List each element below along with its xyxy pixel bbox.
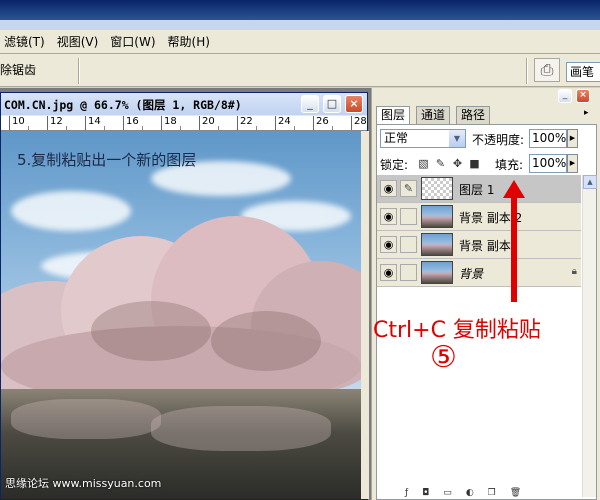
layers-scrollbar[interactable]: ▲: [582, 175, 597, 497]
layer-thumbnail: [421, 233, 453, 256]
panel-menu-icon[interactable]: ▸: [584, 108, 589, 118]
layer-row[interactable]: ◉ 背景 🔒︎: [377, 259, 581, 287]
lock-paint-icon[interactable]: ✎: [434, 157, 447, 170]
menu-filter[interactable]: 滤镜(T): [0, 33, 53, 50]
layer-row[interactable]: ◉ 背景 副本 2: [377, 203, 581, 231]
blend-mode-select[interactable]: 正常 ▼: [380, 129, 466, 148]
layer-name: 图层 1: [459, 183, 495, 197]
minimize-icon[interactable]: _: [558, 89, 572, 103]
close-icon[interactable]: ×: [345, 95, 363, 113]
opacity-slider-button[interactable]: ▶: [567, 129, 578, 148]
eye-icon[interactable]: ◉: [380, 264, 397, 281]
document-titlebar[interactable]: COM.CN.jpg @ 66.7% (图层 1, RGB/8#) _ □ ×: [1, 93, 367, 115]
ruler-label: 22: [240, 116, 253, 127]
new-layer-icon[interactable]: ❐: [488, 488, 496, 500]
opacity-label: 不透明度:: [472, 133, 525, 147]
link-box[interactable]: [400, 236, 417, 253]
horizontal-ruler[interactable]: 10 12 14 16 18 20 22 24 26 28: [1, 116, 367, 131]
arrow-shaft: [511, 192, 517, 302]
mask-icon[interactable]: ◘: [422, 488, 429, 500]
document-window: COM.CN.jpg @ 66.7% (图层 1, RGB/8#) _ □ × …: [0, 92, 369, 500]
maximize-icon[interactable]: □: [323, 95, 341, 113]
layer-name: 背景 副本: [459, 239, 511, 253]
divider: [526, 58, 528, 84]
step-caption: 5.复制粘贴出一个新的图层: [17, 151, 197, 169]
layers-panel: _ × 图层 通道 路径 ▸ 正常 ▼ 不透明度: 100% ▶ 锁定: ▧ ✎…: [371, 88, 600, 500]
app-title-strip: [0, 0, 600, 30]
menu-window[interactable]: 窗口(W): [106, 33, 163, 50]
chevron-down-icon: ▼: [449, 130, 465, 147]
lock-icon: 🔒︎: [571, 266, 577, 277]
menu-help[interactable]: 帮助(H): [164, 33, 218, 50]
minimize-icon[interactable]: _: [301, 95, 319, 113]
menu-view[interactable]: 视图(V): [53, 33, 107, 50]
antialias-option[interactable]: 除锯齿: [0, 61, 36, 78]
layer-thumbnail: [421, 177, 453, 200]
opacity-input[interactable]: 100%: [529, 129, 567, 148]
layer-row[interactable]: ◉ 背景 副本: [377, 231, 581, 259]
ruler-label: 10: [12, 116, 25, 127]
scroll-up-icon[interactable]: ▲: [583, 175, 597, 189]
ruler-label: 20: [202, 116, 215, 127]
ruler-label: 28: [354, 116, 367, 127]
vertical-scrollbar[interactable]: [361, 131, 369, 499]
eye-icon[interactable]: ◉: [380, 180, 397, 197]
new-group-icon[interactable]: ▭: [443, 488, 452, 500]
image-canvas[interactable]: 5.复制粘贴出一个新的图层 思缘论坛 www.missyuan.com: [1, 131, 361, 499]
tab-layers[interactable]: 图层: [376, 106, 411, 125]
layer-name: 背景: [459, 267, 484, 281]
printer-icon[interactable]: ⎙: [534, 58, 560, 82]
document-title: COM.CN.jpg @ 66.7% (图层 1, RGB/8#): [4, 98, 242, 112]
annotation-step-number: ⑤: [430, 340, 457, 375]
adjustment-icon[interactable]: ◐: [466, 488, 474, 500]
blend-mode-value: 正常: [384, 131, 409, 145]
options-bar: 除锯齿: [0, 54, 600, 87]
layer-style-icon[interactable]: ƒ: [405, 488, 408, 500]
brush-icon[interactable]: ✎: [400, 180, 417, 197]
eye-icon[interactable]: ◉: [380, 208, 397, 225]
layer-row[interactable]: ◉ ✎ 图层 1: [377, 175, 581, 203]
trash-icon[interactable]: 🗑︎: [510, 488, 521, 500]
panel-header: _ ×: [372, 88, 600, 106]
fill-label: 填充:: [495, 158, 524, 172]
divider: [78, 58, 80, 84]
ruler-label: 14: [88, 116, 101, 127]
brush-palette-button[interactable]: 画笔: [566, 62, 600, 82]
lock-move-icon[interactable]: ✥: [451, 157, 464, 170]
fill-slider-button[interactable]: ▶: [567, 154, 578, 173]
eye-icon[interactable]: ◉: [380, 236, 397, 253]
layer-thumbnail: [421, 205, 453, 228]
lock-transparency-icon[interactable]: ▧: [417, 157, 430, 170]
link-box[interactable]: [400, 208, 417, 225]
ruler-label: 16: [126, 116, 139, 127]
ruler-label: 24: [278, 116, 291, 127]
lock-label: 锁定:: [380, 158, 409, 172]
fill-input[interactable]: 100%: [529, 154, 567, 173]
tab-paths[interactable]: 路径: [456, 106, 491, 124]
lock-all-icon[interactable]: ■: [468, 157, 481, 170]
tab-channels[interactable]: 通道: [416, 106, 451, 124]
close-icon[interactable]: ×: [576, 89, 590, 103]
menu-bar: 滤镜(T) 视图(V) 窗口(W) 帮助(H): [0, 30, 600, 54]
layer-thumbnail: [421, 261, 453, 284]
panel-bottom-toolbar: ƒ ◘ ▭ ◐ ❐ 🗑︎: [405, 488, 600, 500]
ruler-label: 18: [164, 116, 177, 127]
ruler-label: 26: [316, 116, 329, 127]
ruler-label: 12: [50, 116, 63, 127]
annotation-text: Ctrl+C 复制粘贴: [373, 318, 541, 343]
link-box[interactable]: [400, 264, 417, 281]
watermark: 思缘论坛 www.missyuan.com: [5, 477, 162, 490]
